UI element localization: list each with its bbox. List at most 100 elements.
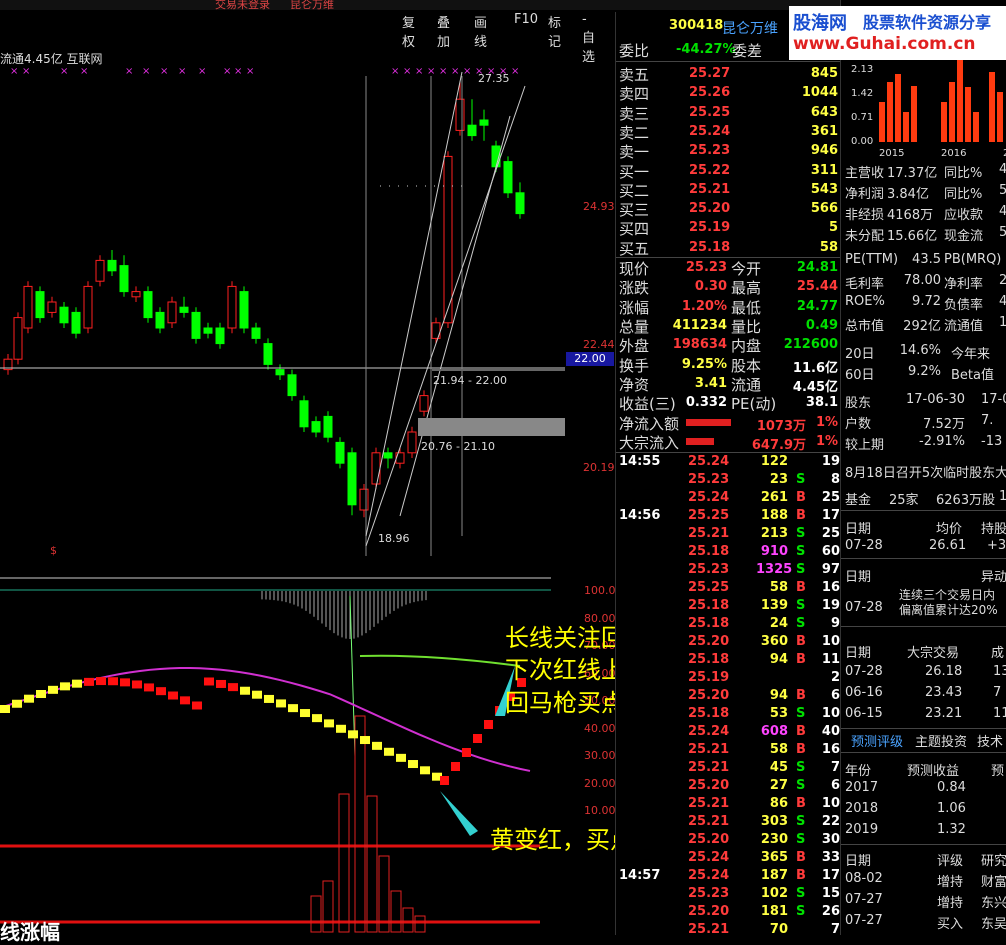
fund-label: 基金: [845, 493, 872, 508]
indicator-tick: 40.00: [584, 721, 616, 735]
tick-count: 6: [830, 688, 840, 703]
signal-square: [348, 730, 358, 739]
signal-square: [420, 766, 430, 775]
candle-body: [263, 343, 273, 365]
signal-square: [396, 753, 406, 762]
marker-x: ×: [125, 66, 133, 77]
trend-line: [399, 115, 511, 517]
flow-bar: [686, 419, 731, 426]
tick-count: 11: [821, 652, 840, 667]
quote-label: 净资: [619, 375, 650, 394]
tick-direction: S: [796, 814, 806, 829]
forecast-header: 预: [991, 764, 1005, 779]
marker-x: ×: [391, 66, 399, 77]
tick-price: 25.23: [688, 886, 730, 901]
signal-square: [36, 689, 46, 698]
order-price: 25.22: [689, 162, 731, 178]
block-cell: 7: [993, 685, 1002, 700]
candle-body: [215, 327, 225, 345]
signal-square: [240, 686, 250, 695]
forecast-eps: 1.06: [937, 801, 966, 816]
fin2-value2: 1: [999, 315, 1006, 330]
order-label: 卖五: [619, 66, 650, 84]
forecast-header: 预测收益: [907, 764, 960, 779]
range2-annotation: 20.76 - 21.10: [421, 440, 495, 453]
block-header: 成: [991, 646, 1005, 661]
tick-direction: S: [796, 778, 806, 793]
order-volume: 946: [810, 143, 838, 159]
quote-label: 现价: [619, 260, 650, 278]
tick-direction: B: [796, 634, 806, 649]
tick-volume: 139: [760, 598, 788, 613]
notice-text[interactable]: 8月18日召开5次临时股东大: [845, 462, 1006, 481]
marker-x: ×: [246, 66, 254, 77]
f10-tab[interactable]: 预测评级: [851, 731, 903, 750]
eps-bar: [997, 92, 1003, 142]
tick-direction: B: [796, 652, 806, 667]
signal-square: [204, 677, 214, 686]
eps-bar: [973, 112, 979, 142]
tick-count: 10: [821, 796, 840, 811]
tick-volume: 94: [769, 688, 788, 703]
candlestick-chart: × × × × × × × × × × × × × × × × × × × × × × ×$: [0, 66, 565, 933]
abnormal-date: 07-28: [845, 600, 883, 615]
histogram-bar: [338, 793, 350, 933]
tick-count: 30: [821, 832, 840, 847]
tick-price: 25.20: [688, 904, 730, 919]
weibi-label: 委比: [619, 42, 650, 60]
weibi-value: -44.27%: [676, 42, 736, 57]
fund-shares: 6263万股: [936, 493, 996, 508]
rating-cell: 增持: [937, 896, 964, 911]
tick-direction: S: [796, 472, 806, 487]
tick-count: 17: [821, 868, 840, 883]
candle-body: [143, 291, 153, 319]
signal-square: [132, 680, 142, 689]
toolbar-f10[interactable]: F10: [514, 12, 538, 27]
tick-count: 16: [821, 742, 840, 757]
histogram-bar: [366, 795, 378, 933]
marker-x: ×: [80, 66, 88, 77]
fin2-value2: 4: [999, 294, 1006, 309]
marker-x: ×: [415, 66, 423, 77]
fin-label2: 应收款: [944, 208, 984, 223]
tick-count: 8: [830, 472, 840, 487]
fund-count: 25家: [889, 493, 919, 508]
signal-square: [473, 734, 482, 743]
fin2-label: PE(TTM): [845, 252, 899, 267]
tick-direction: S: [796, 706, 806, 721]
order-label: 买一: [619, 162, 650, 181]
rating-cell: 财富: [981, 875, 1006, 890]
tick-price: 25.18: [688, 652, 730, 667]
order-volume: 5: [828, 220, 838, 236]
tick-direction: B: [796, 508, 806, 523]
quote-label2: 最低: [731, 298, 762, 317]
holder-label: 较上期: [845, 438, 885, 453]
fin2-label: 毛利率: [845, 277, 885, 292]
rating1-h1: 日期: [845, 522, 872, 537]
order-label: 卖二: [619, 123, 650, 142]
tick-price: 25.24: [688, 850, 730, 865]
eps-bar-chart: 2.131.420.710.002015201620: [851, 60, 1006, 159]
f10-tab[interactable]: 主题投资: [915, 731, 967, 750]
tick-price: 25.21: [688, 742, 730, 757]
eps-bar: [895, 74, 901, 142]
tick-count: 9: [830, 616, 840, 631]
bottom-label: 线涨幅: [0, 920, 60, 944]
signal-square: [336, 724, 346, 733]
tick-price: 25.24: [688, 454, 730, 469]
tick-direction: S: [796, 760, 806, 775]
banner-url: www.Guhai.com.cn: [793, 34, 976, 54]
forecast-eps: 1.32: [937, 822, 966, 837]
eps-year: 2016: [941, 148, 966, 159]
block-cell: 26.18: [925, 664, 963, 679]
tick-price: 25.24: [688, 868, 730, 883]
signal-square: [360, 736, 370, 745]
f10-tab[interactable]: 技术: [977, 731, 1003, 750]
kline-chart-area[interactable]: 流通4.45亿 互联网 × × × × × × × × × × × × × × × × × × × × × × × $ 24.…: [0, 36, 616, 944]
tick-count: 19: [821, 454, 840, 469]
marker-x: ×: [160, 66, 168, 77]
order-volume: 845: [810, 66, 838, 81]
guhai-banner[interactable]: 股海网 股票软件资源分享 www.Guhai.com.cn: [789, 6, 1006, 60]
quote-label2: 最高: [731, 279, 762, 298]
range1-annotation: 21.94 - 22.00: [433, 374, 507, 387]
